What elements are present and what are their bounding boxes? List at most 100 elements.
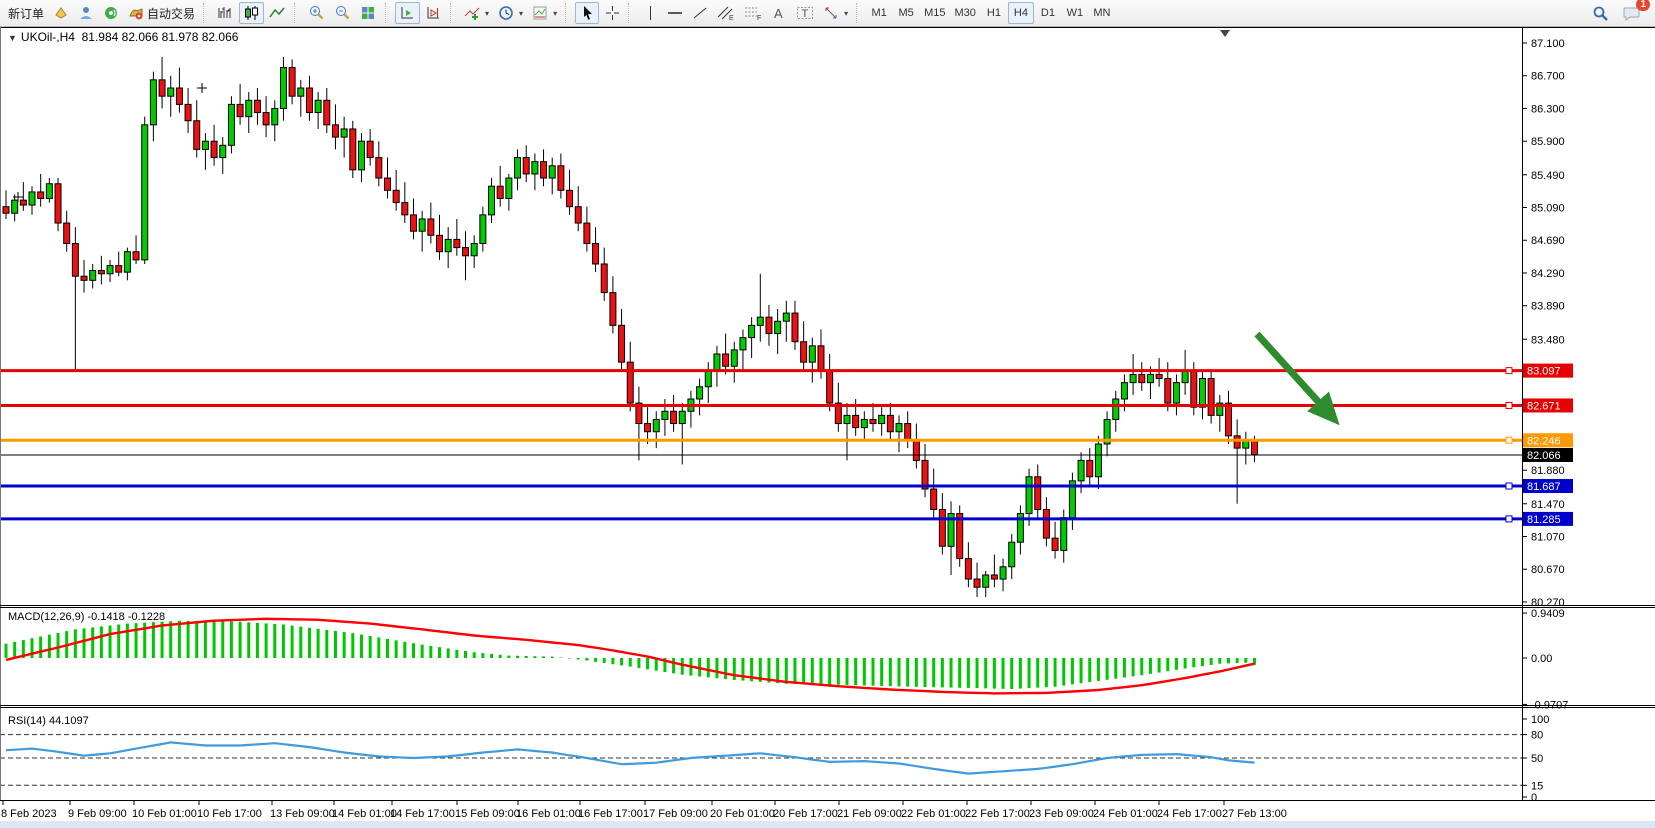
tab-d1[interactable]: D1 <box>1035 2 1061 24</box>
crosshair-tool-button[interactable] <box>600 2 624 24</box>
price-tick-label: 85.490 <box>1531 170 1565 182</box>
candle <box>228 104 234 145</box>
arrows-tool-button[interactable]: ▾ <box>819 2 852 24</box>
candle <box>402 203 408 215</box>
svg-text:E: E <box>729 15 734 21</box>
candle <box>523 158 529 174</box>
crosshair-icon <box>605 5 620 21</box>
line-chart-button[interactable] <box>265 2 290 24</box>
chart-shift-button[interactable] <box>421 2 446 24</box>
text-label-tool-button[interactable]: T <box>792 2 818 24</box>
chart-canvas[interactable]: 87.10086.70086.30085.90085.49085.09084.6… <box>0 27 1655 828</box>
tab-mn[interactable]: MN <box>1089 2 1115 24</box>
tab-m30[interactable]: M30 <box>951 2 980 24</box>
hline-handle[interactable] <box>1506 516 1512 522</box>
trendline-tool-button[interactable] <box>688 2 712 24</box>
candle <box>775 321 781 333</box>
fibonacci-tool-button[interactable]: F <box>740 2 766 24</box>
candle <box>991 575 997 579</box>
candle <box>298 88 304 96</box>
candle <box>107 266 113 274</box>
new-order-label: 新订单 <box>8 5 44 22</box>
zoom-out-button[interactable] <box>330 2 355 24</box>
periods-caret: ▾ <box>519 9 523 18</box>
candle <box>818 346 824 371</box>
candle <box>384 178 390 190</box>
candle <box>506 178 512 198</box>
price-tick-label: 83.890 <box>1531 301 1565 313</box>
candle <box>731 350 737 366</box>
hline-handle[interactable] <box>1506 368 1512 374</box>
text-tool-button[interactable]: A <box>767 2 791 24</box>
metaeditor-button[interactable] <box>49 2 73 24</box>
toolbar-separator <box>203 3 209 23</box>
horizontal-line-icon <box>667 5 683 21</box>
chart-title-dropdown-icon[interactable]: ▼ <box>8 33 17 43</box>
zoom-out-icon <box>334 5 351 21</box>
chart-window: 87.10086.70086.30085.90085.49085.09084.6… <box>0 27 1655 828</box>
community-icon <box>103 5 119 21</box>
price-tick-label: 87.100 <box>1531 38 1565 50</box>
macd-tick-label: -0.9707 <box>1531 699 1568 711</box>
candlestick-chart-button[interactable] <box>239 2 264 24</box>
time-axis-label: 20 Feb 01:00 <box>710 808 775 820</box>
candle <box>671 411 677 423</box>
equidistant-channel-tool-button[interactable]: E <box>713 2 739 24</box>
candle <box>965 559 971 579</box>
toolbar-separator <box>856 3 862 23</box>
toolbar-right-tools: 1 <box>1588 2 1651 24</box>
hline-handle[interactable] <box>1506 402 1512 408</box>
auto-scroll-button[interactable] <box>395 2 420 24</box>
community-button[interactable] <box>99 2 123 24</box>
tab-h1[interactable]: H1 <box>981 2 1007 24</box>
toolbar-separator <box>628 3 634 23</box>
tab-w1[interactable]: W1 <box>1062 2 1088 24</box>
bar-chart-icon <box>217 5 234 21</box>
tile-windows-button[interactable] <box>356 2 381 24</box>
price-tick-label: 81.070 <box>1531 531 1565 543</box>
cursor-tool-button[interactable] <box>575 2 599 24</box>
candle <box>1147 374 1153 382</box>
periods-button[interactable]: ▾ <box>494 2 527 24</box>
zoom-in-button[interactable] <box>304 2 329 24</box>
svg-text:T: T <box>802 8 809 20</box>
rsi-name: RSI(14) <box>8 715 46 727</box>
tab-m1[interactable]: M1 <box>866 2 892 24</box>
candle <box>202 141 208 149</box>
chat-button[interactable]: 1 <box>1619 2 1645 24</box>
templates-icon <box>532 5 549 21</box>
chart-ohlc-quotes: 81.984 82.066 81.978 82.066 <box>82 30 239 44</box>
candle <box>289 68 295 97</box>
candle <box>792 313 798 342</box>
cursor-icon <box>580 5 595 21</box>
horizontal-line-tool-button[interactable] <box>663 2 687 24</box>
candle <box>601 264 607 293</box>
hline-handle[interactable] <box>1506 437 1512 443</box>
vertical-line-tool-button[interactable] <box>638 2 662 24</box>
candle <box>480 215 486 244</box>
candle <box>90 271 96 281</box>
tab-m5[interactable]: M5 <box>893 2 919 24</box>
tab-m15[interactable]: M15 <box>920 2 949 24</box>
price-line-badge-label: 82.246 <box>1527 435 1561 447</box>
candle <box>220 145 226 157</box>
bar-chart-button[interactable] <box>213 2 238 24</box>
time-axis-label: 17 Feb 09:00 <box>643 808 708 820</box>
price-line-badge-label: 82.671 <box>1527 400 1561 412</box>
autotrading-button[interactable]: 自动交易 <box>124 2 199 24</box>
candle <box>766 317 772 333</box>
indicators-button[interactable]: ▾ <box>460 2 493 24</box>
candle <box>714 354 720 370</box>
price-tick-label: 84.290 <box>1531 268 1565 280</box>
templates-button[interactable]: ▾ <box>528 2 561 24</box>
candle <box>974 579 980 587</box>
candle <box>697 387 703 399</box>
candle <box>870 419 876 423</box>
candle <box>150 80 156 125</box>
hline-handle[interactable] <box>1506 483 1512 489</box>
candle <box>1208 379 1214 416</box>
tab-h4[interactable]: H4 <box>1008 2 1034 24</box>
new-order-button[interactable]: 新订单 <box>4 2 48 24</box>
search-button[interactable] <box>1588 2 1613 24</box>
strategy-tester-button[interactable] <box>74 2 98 24</box>
